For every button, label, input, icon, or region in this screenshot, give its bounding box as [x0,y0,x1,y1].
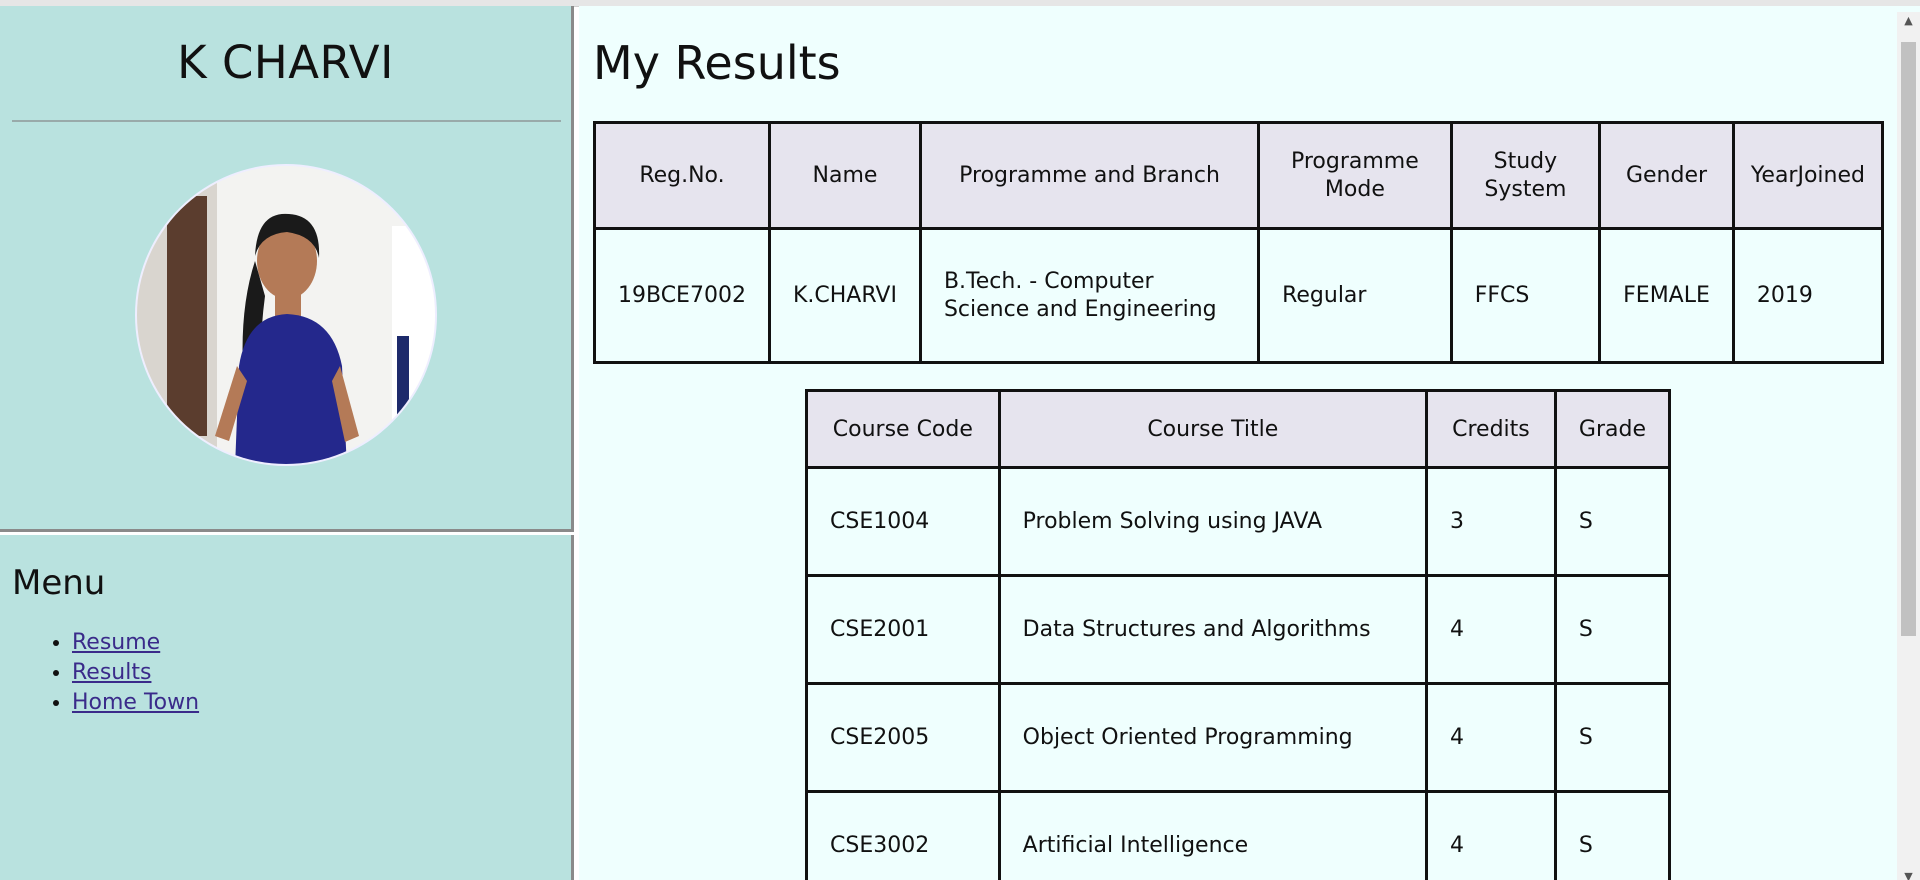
header-study-system: Study System [1449,121,1602,230]
header-grade: Grade [1553,389,1672,469]
table-header-row: Reg.No. Name Programme and Branch Progra… [593,121,1885,230]
student-info-table: Reg.No. Name Programme and Branch Progra… [593,121,1885,364]
table-row: CSE1004 Problem Solving using JAVA 3 S [805,466,1672,577]
vertical-scrollbar[interactable]: ▲ ▼ [1897,12,1920,880]
header-course-code: Course Code [805,389,1001,469]
menu-list: Resume Results Home Town [48,629,199,719]
cell-grade: S [1553,466,1672,577]
results-link[interactable]: Results [72,660,151,685]
course-grades-table: Course Code Course Title Credits Grade C… [805,389,1672,880]
header-year-joined: YearJoined [1731,121,1885,230]
cell-credits: 4 [1424,682,1557,793]
cell-name: K.CHARVI [767,227,922,364]
header-gender: Gender [1598,121,1735,230]
profile-name: K CHARVI [177,36,394,89]
cell-credits: 3 [1424,466,1557,577]
scroll-up-icon[interactable]: ▲ [1897,12,1920,30]
cell-gender: FEMALE [1598,227,1735,364]
cell-grade: S [1553,574,1672,685]
scrollbar-thumb[interactable] [1901,42,1916,636]
cell-grade: S [1553,682,1672,793]
cell-programme-branch: B.Tech. - Computer Science and Engineeri… [918,227,1261,364]
page-title: My Results [593,36,841,90]
cell-year-joined: 2019 [1731,227,1885,364]
menu-title: Menu [12,563,106,603]
avatar [135,164,437,466]
header-credits: Credits [1424,389,1557,469]
table-header-row: Course Code Course Title Credits Grade [805,389,1672,469]
header-course-title: Course Title [997,389,1428,469]
profile-photo [137,166,435,464]
cell-course-code: CSE2005 [805,682,1001,793]
cell-reg-no: 19BCE7002 [593,227,771,364]
menu-item-resume: Resume [72,629,199,657]
cell-grade: S [1553,790,1672,880]
cell-course-title: Object Oriented Programming [997,682,1428,793]
table-row: 19BCE7002 K.CHARVI B.Tech. - Computer Sc… [593,227,1885,364]
results-frame: My Results Reg.No. Name Programme and Br… [579,6,1920,880]
table-row: CSE2005 Object Oriented Programming 4 S [805,682,1672,793]
header-programme-branch: Programme and Branch [918,121,1261,230]
cell-course-title: Data Structures and Algorithms [997,574,1428,685]
cell-course-code: CSE2001 [805,574,1001,685]
header-name: Name [767,121,922,230]
table-row: CSE2001 Data Structures and Algorithms 4… [805,574,1672,685]
cell-programme-mode: Regular [1257,227,1453,364]
menu-item-results: Results [72,659,199,687]
cell-credits: 4 [1424,790,1557,880]
cell-course-title: Artificial Intelligence [997,790,1428,880]
home-town-link[interactable]: Home Town [72,690,199,715]
table-row: CSE3002 Artificial Intelligence 4 S [805,790,1672,880]
cell-course-code: CSE3002 [805,790,1001,880]
header-reg-no: Reg.No. [593,121,771,230]
profile-frame: K CHARVI [0,6,574,532]
menu-frame: Menu Resume Results Home Town [0,535,574,880]
divider [12,120,561,122]
resume-link[interactable]: Resume [72,630,160,655]
cell-course-title: Problem Solving using JAVA [997,466,1428,577]
scroll-down-icon[interactable]: ▼ [1897,868,1920,880]
header-programme-mode: Programme Mode [1257,121,1453,230]
menu-item-home-town: Home Town [72,689,199,717]
cell-course-code: CSE1004 [805,466,1001,577]
cell-credits: 4 [1424,574,1557,685]
cell-study-system: FFCS [1449,227,1602,364]
